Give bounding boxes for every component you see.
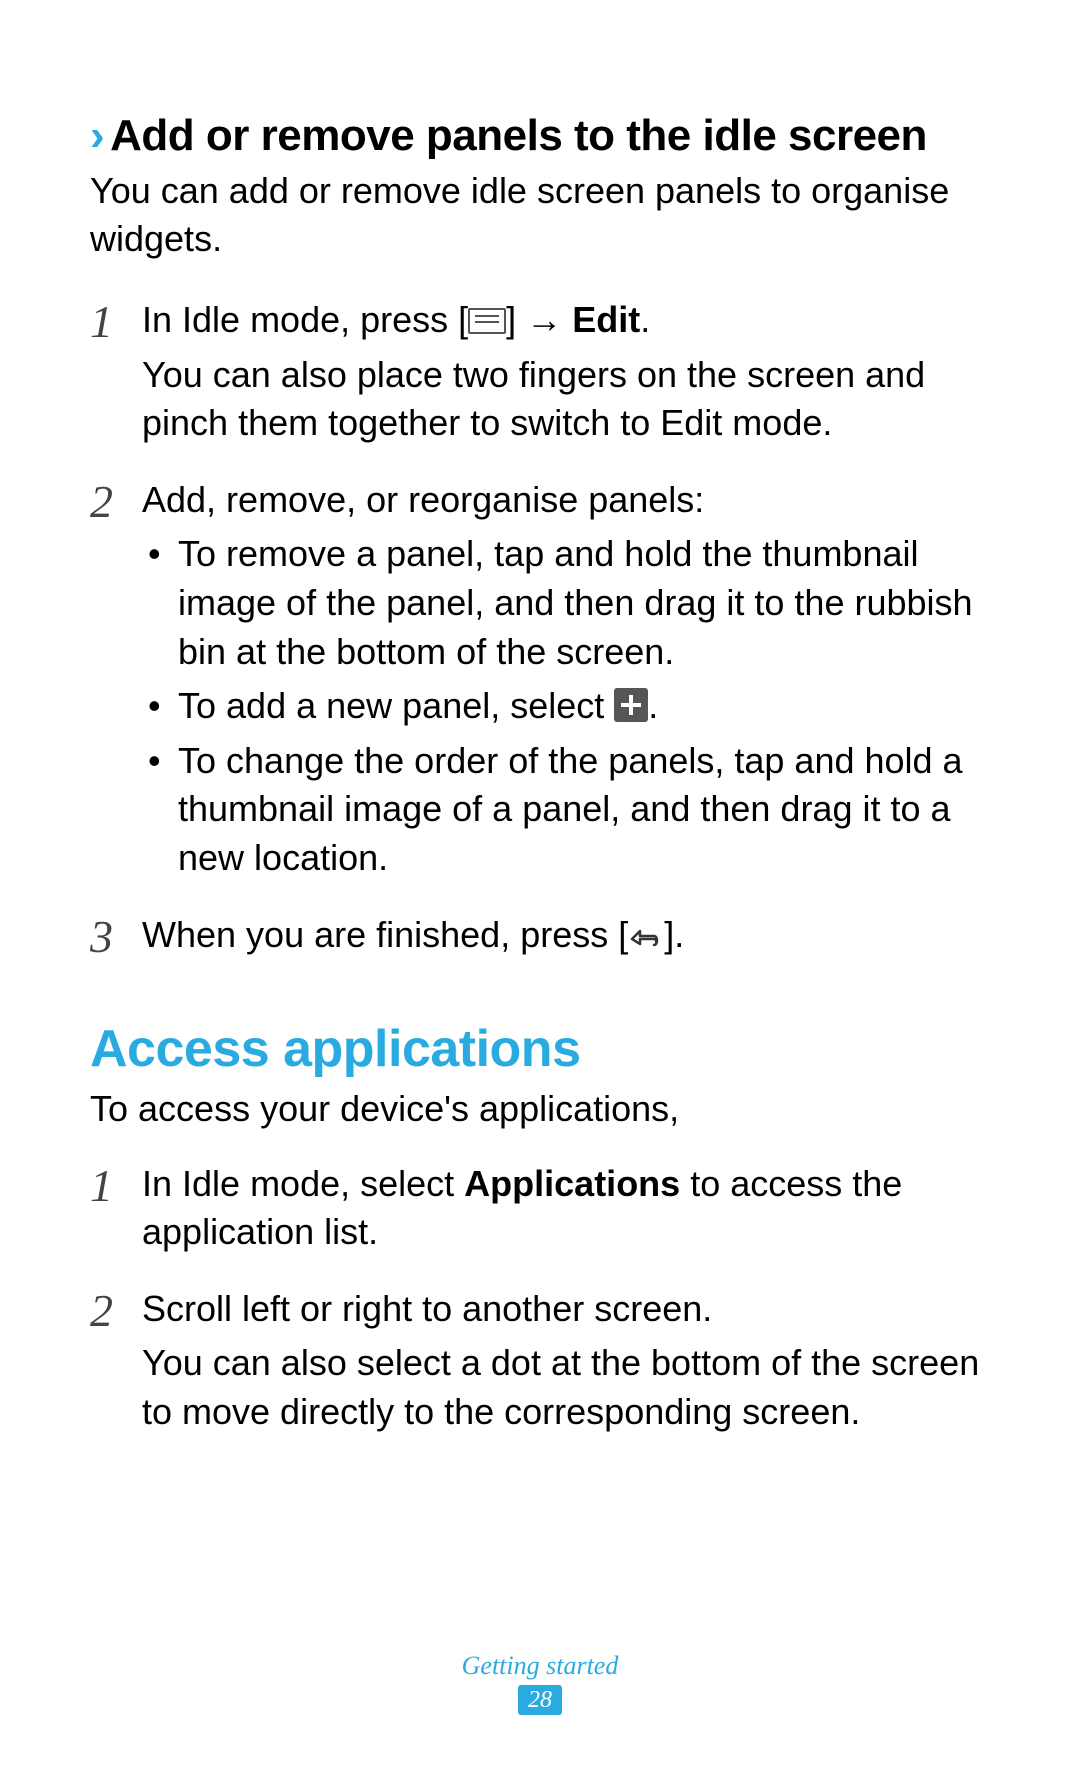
- step-item: 2 Add, remove, or reorganise panels: To …: [90, 476, 990, 889]
- bold-text: Edit: [572, 299, 640, 340]
- step-item: 3 When you are finished, press [].: [90, 911, 990, 970]
- step-body: In Idle mode, select Applications to acc…: [142, 1160, 990, 1263]
- bullet-list: To remove a panel, tap and hold the thum…: [142, 530, 990, 882]
- text: When you are finished, press [: [142, 914, 628, 955]
- step-body: In Idle mode, press [ ] → Edit. You can a…: [142, 296, 990, 454]
- chevron-icon: ›: [90, 111, 104, 160]
- subsection-intro: You can add or remove idle screen panels…: [90, 167, 990, 264]
- bullet-item: To change the order of the panels, tap a…: [178, 737, 990, 883]
- text: In Idle mode, select: [142, 1163, 464, 1204]
- step-line: You can also place two fingers on the sc…: [142, 351, 990, 448]
- document-page: ›Add or remove panels to the idle screen…: [0, 0, 1080, 1771]
- back-icon: [628, 915, 664, 964]
- subsection-title-text: Add or remove panels to the idle screen: [110, 111, 927, 160]
- step-line: In Idle mode, press [ ] → Edit.: [142, 296, 990, 345]
- subsection-heading: ›Add or remove panels to the idle screen: [90, 110, 990, 163]
- text: ] →: [506, 299, 572, 340]
- section-intro: To access your device's applications,: [90, 1085, 990, 1134]
- step-number: 2: [90, 476, 142, 889]
- page-footer: Getting started 28: [0, 1651, 1080, 1715]
- plus-icon: [614, 688, 648, 722]
- bullet-item: To add a new panel, select .: [178, 682, 990, 731]
- step-number: 3: [90, 911, 142, 970]
- step-item: 1 In Idle mode, select Applications to a…: [90, 1160, 990, 1263]
- footer-section-label: Getting started: [0, 1651, 1080, 1681]
- bold-text: Applications: [464, 1163, 680, 1204]
- text: .: [640, 299, 650, 340]
- step-line: Scroll left or right to another screen.: [142, 1285, 990, 1334]
- step-body: Add, remove, or reorganise panels: To re…: [142, 476, 990, 889]
- text: ].: [664, 914, 684, 955]
- step-line: Add, remove, or reorganise panels:: [142, 476, 990, 525]
- bullet-item: To remove a panel, tap and hold the thum…: [178, 530, 990, 676]
- section-heading: Access applications: [90, 1019, 990, 1079]
- step-number: 2: [90, 1285, 142, 1443]
- step-body: Scroll left or right to another screen. …: [142, 1285, 990, 1443]
- text: In Idle mode, press [: [142, 299, 468, 340]
- step-line: You can also select a dot at the bottom …: [142, 1339, 990, 1436]
- step-item: 1 In Idle mode, press [ ] → Edit. You can…: [90, 296, 990, 454]
- step-body: When you are finished, press [].: [142, 911, 990, 970]
- step-number: 1: [90, 1160, 142, 1263]
- text: To add a new panel, select: [178, 685, 614, 726]
- step-line: In Idle mode, select Applications to acc…: [142, 1160, 990, 1257]
- step-number: 1: [90, 296, 142, 454]
- footer-page-number: 28: [518, 1685, 562, 1715]
- step-item: 2 Scroll left or right to another screen…: [90, 1285, 990, 1443]
- step-line: When you are finished, press [].: [142, 911, 990, 964]
- menu-icon: [468, 308, 506, 334]
- text: .: [648, 685, 658, 726]
